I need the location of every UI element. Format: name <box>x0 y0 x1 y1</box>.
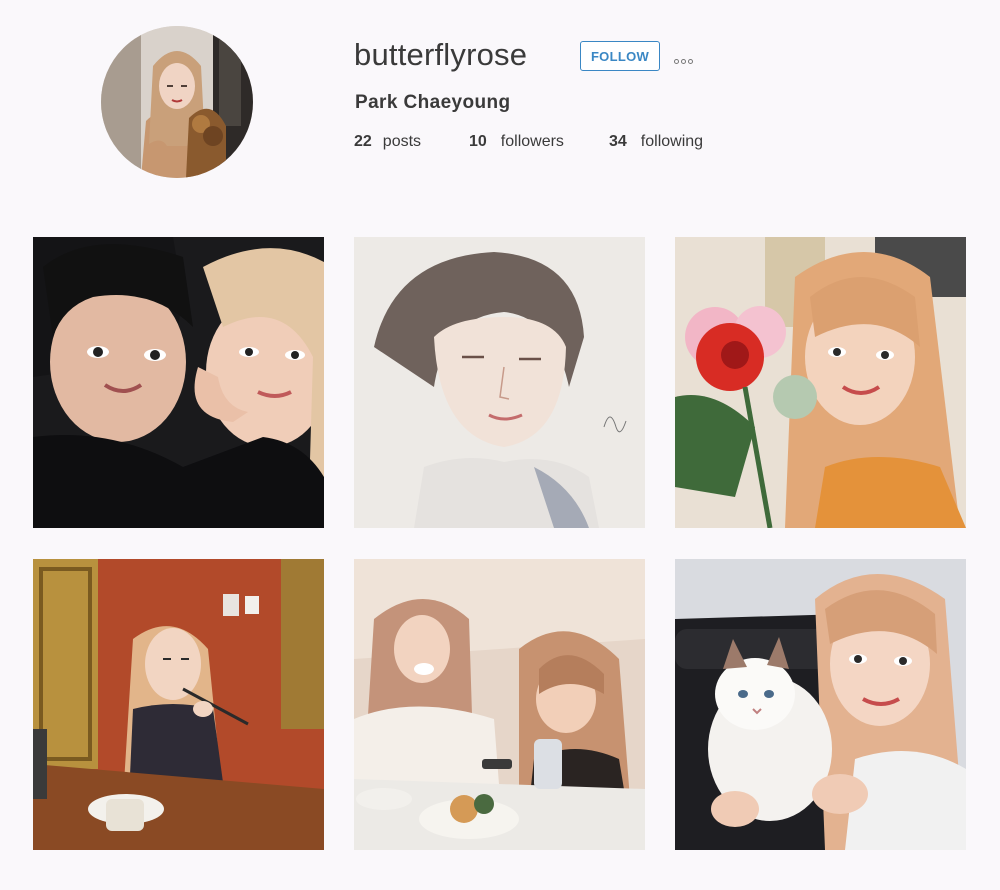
post-thumbnail[interactable] <box>675 559 966 850</box>
followers-count: 10 <box>469 133 487 150</box>
post-thumbnail[interactable] <box>33 237 324 528</box>
more-options-icon[interactable] <box>674 51 702 64</box>
post-image <box>675 237 966 528</box>
post-thumbnail[interactable] <box>675 237 966 528</box>
profile-username: butterflyrose <box>354 37 528 72</box>
posts-count: 22 <box>354 133 372 150</box>
post-image <box>354 559 645 850</box>
following-label: following <box>640 133 704 150</box>
posts-stat: 22 posts <box>354 131 421 153</box>
post-image <box>675 559 966 850</box>
following-count: 34 <box>609 133 627 150</box>
profile-avatar[interactable] <box>101 26 253 178</box>
profile-full-name: Park Chaeyoung <box>355 92 511 113</box>
dot-icon <box>688 59 693 64</box>
post-image <box>354 237 645 528</box>
post-image <box>33 237 324 528</box>
post-thumbnail[interactable] <box>354 559 645 850</box>
post-thumbnail[interactable] <box>354 237 645 528</box>
dot-icon <box>674 59 679 64</box>
following-stat[interactable]: 34 following <box>609 131 703 153</box>
follow-button[interactable]: FOLLOW <box>580 41 660 71</box>
posts-label: posts <box>382 133 422 150</box>
post-thumbnail[interactable] <box>33 559 324 850</box>
dot-icon <box>681 59 686 64</box>
avatar-image <box>101 26 253 178</box>
post-image <box>33 559 324 850</box>
followers-label: followers <box>500 133 564 150</box>
followers-stat[interactable]: 10 followers <box>469 131 564 153</box>
